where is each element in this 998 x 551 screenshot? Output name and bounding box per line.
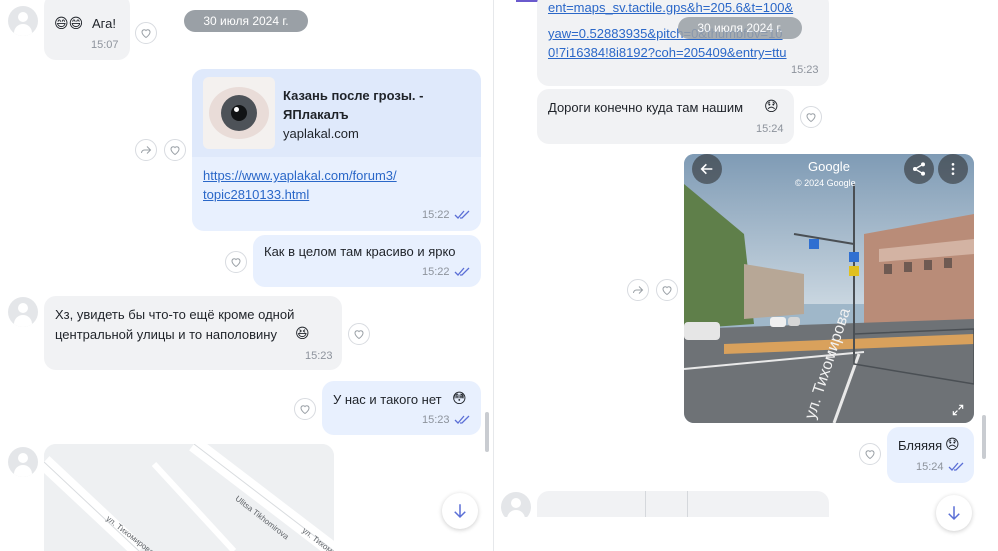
heart-icon bbox=[865, 450, 875, 460]
message-emoji: 😄😄 bbox=[54, 15, 84, 31]
like-button[interactable] bbox=[348, 323, 370, 345]
link-preview-title: Казань после грозы. - bbox=[283, 88, 424, 103]
more-icon bbox=[951, 163, 955, 175]
map-image[interactable]: Ulitsa Tikhomirova ул. Тихомирова ул. Ти… bbox=[44, 444, 334, 551]
link-preview-title: ЯПлакалъ bbox=[283, 107, 349, 122]
message-time: 15:24 bbox=[756, 123, 784, 135]
like-button[interactable] bbox=[225, 251, 247, 273]
forward-icon bbox=[633, 286, 644, 294]
like-button[interactable] bbox=[859, 443, 881, 465]
heart-icon bbox=[354, 330, 364, 340]
read-ticks-icon bbox=[454, 267, 470, 276]
scrollbar[interactable] bbox=[982, 415, 986, 459]
scroll-down-button[interactable] bbox=[442, 493, 478, 529]
message-emoji: 😆 bbox=[295, 325, 310, 341]
chat-pane-left: 😄😄 Ага! 15:07 30 июля 2024 г. Казань пос… bbox=[0, 0, 494, 551]
map-graphic bbox=[44, 444, 334, 551]
scroll-down-button[interactable] bbox=[936, 495, 972, 531]
message-time: 15:22 bbox=[422, 209, 450, 221]
heart-icon bbox=[231, 258, 241, 268]
message-link[interactable]: ent=maps_sv.tactile.gps&h=205.6&t=100& bbox=[548, 0, 793, 18]
message-link[interactable]: https://www.yaplakal.com/forum3/ bbox=[203, 165, 397, 186]
expand-button[interactable] bbox=[946, 400, 970, 420]
heart-icon bbox=[662, 286, 672, 296]
heart-icon bbox=[300, 405, 310, 415]
message-text: Бляяяя bbox=[898, 438, 943, 453]
forward-icon bbox=[141, 146, 152, 154]
avatar[interactable] bbox=[8, 6, 38, 36]
scroll-down-icon bbox=[948, 506, 960, 521]
footer-strip bbox=[496, 517, 998, 551]
message-emoji: 😳 bbox=[452, 390, 467, 406]
avatar[interactable] bbox=[8, 447, 38, 477]
link-preview-thumbnail bbox=[203, 77, 275, 149]
scrollbar[interactable] bbox=[485, 412, 489, 452]
link-preview-card[interactable]: Казань после грозы. - ЯПлакалъ yaplakal.… bbox=[192, 69, 481, 157]
street-view-copyright: © 2024 Google bbox=[795, 178, 856, 188]
forward-button[interactable] bbox=[135, 139, 157, 161]
back-button[interactable] bbox=[692, 154, 722, 184]
scroll-down-icon bbox=[454, 504, 466, 519]
message-time: 15:23 bbox=[305, 350, 333, 362]
message-bubble-incoming[interactable]: 😄😄 Ага! 15:07 bbox=[44, 0, 130, 60]
message-time: 15:24 bbox=[916, 461, 944, 473]
read-ticks-icon bbox=[454, 415, 470, 424]
street-view-brand: Google bbox=[808, 159, 850, 174]
like-button[interactable] bbox=[800, 106, 822, 128]
message-bubble-outgoing[interactable]: Бляяяя 😞 15:24 bbox=[887, 427, 974, 483]
message-time: 15:22 bbox=[422, 266, 450, 278]
message-bubble-incoming[interactable]: ent=maps_sv.tactile.gps&h=205.6&t=100& y… bbox=[537, 0, 829, 86]
message-text: У нас и такого нет bbox=[333, 392, 442, 407]
message-text: центральной улицы и то наполовину bbox=[55, 327, 277, 342]
message-bubble-outgoing[interactable]: У нас и такого нет 😳 15:23 bbox=[322, 381, 481, 435]
street-view-image[interactable]: Google © 2024 Google ул. Тихомирова bbox=[684, 154, 974, 423]
message-text: Дороги конечно куда там нашим bbox=[548, 100, 744, 115]
message-text: Хз, увидеть бы что-то ещё кроме одной bbox=[55, 307, 295, 322]
message-emoji: 😞 bbox=[764, 98, 779, 114]
share-button[interactable] bbox=[904, 154, 934, 184]
heart-icon bbox=[806, 113, 816, 123]
message-text: Ага! bbox=[92, 16, 116, 31]
forward-button[interactable] bbox=[627, 279, 649, 301]
avatar[interactable] bbox=[8, 297, 38, 327]
like-button[interactable] bbox=[135, 22, 157, 44]
date-separator: 30 июля 2024 г. bbox=[184, 10, 308, 32]
message-bubble-incoming[interactable]: Хз, увидеть бы что-то ещё кроме одной це… bbox=[44, 296, 342, 370]
message-time: 15:23 bbox=[791, 64, 819, 76]
like-button[interactable] bbox=[656, 279, 678, 301]
link-preview-domain: yaplakal.com bbox=[283, 126, 359, 141]
back-arrow-icon bbox=[700, 163, 713, 175]
message-bubble-incoming[interactable]: Дороги конечно куда там нашим 😞 15:24 bbox=[537, 89, 794, 144]
date-separator: 30 июля 2024 г. bbox=[678, 17, 802, 39]
like-button[interactable] bbox=[164, 139, 186, 161]
read-ticks-icon bbox=[454, 210, 470, 219]
heart-icon bbox=[141, 29, 151, 39]
chat-pane-right: ent=maps_sv.tactile.gps&h=205.6&t=100& y… bbox=[496, 0, 998, 551]
like-button[interactable] bbox=[294, 398, 316, 420]
message-emoji: 😞 bbox=[945, 436, 960, 452]
share-icon bbox=[913, 162, 925, 176]
message-bubble-outgoing[interactable]: Как в целом там красиво и ярко 15:22 bbox=[253, 235, 481, 287]
message-time: 15:07 bbox=[91, 39, 119, 51]
message-text: Как в целом там красиво и ярко bbox=[264, 244, 456, 259]
read-ticks-icon bbox=[948, 462, 964, 471]
message-link[interactable]: 0!7i16384!8i8192?coh=205409&entry=ttu bbox=[548, 42, 787, 63]
message-link[interactable]: topic2810133.html bbox=[203, 184, 309, 205]
message-bubble-outgoing[interactable]: Казань после грозы. - ЯПлакалъ yaplakal.… bbox=[192, 69, 481, 231]
more-button[interactable] bbox=[938, 154, 968, 184]
heart-icon bbox=[170, 146, 180, 156]
expand-icon bbox=[952, 404, 964, 416]
message-time: 15:23 bbox=[422, 414, 450, 426]
